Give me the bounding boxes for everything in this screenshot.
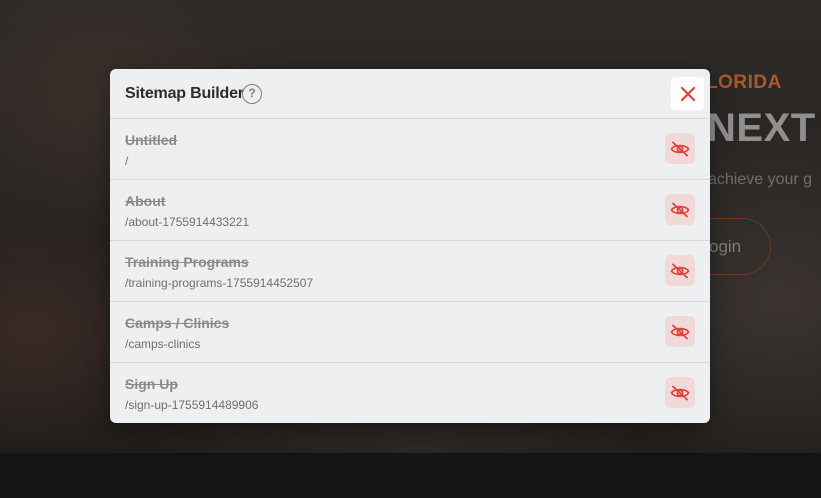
page-row[interactable]: About/about-1755914433221 <box>110 180 710 241</box>
close-button[interactable] <box>671 77 704 110</box>
eye-slash-icon <box>670 202 690 217</box>
question-circle-icon[interactable]: ? <box>242 84 262 104</box>
page-row[interactable]: Camps / Clinics/camps-clinics <box>110 302 710 363</box>
hero-subtext: achieve your g <box>708 171 813 188</box>
hero-eyebrow: LORIDA <box>706 72 782 93</box>
visibility-toggle-button[interactable] <box>665 255 695 286</box>
page-path: /sign-up-1755914489906 <box>125 398 259 412</box>
modal-title: Sitemap Builder <box>125 85 244 102</box>
page-path: / <box>125 154 129 168</box>
login-label: ogin <box>709 237 742 256</box>
eye-slash-icon <box>670 385 690 400</box>
visibility-toggle-button[interactable] <box>665 377 695 408</box>
visibility-toggle-button[interactable] <box>665 316 695 347</box>
eye-slash-icon <box>670 263 690 278</box>
page-title: Sign Up <box>125 376 178 392</box>
page-title: Training Programs <box>125 254 249 270</box>
page-list: Untitled / About/about-1755914433221 Traini… <box>110 119 710 423</box>
page-row[interactable]: Sign Up/sign-up-1755914489906 <box>110 363 710 423</box>
eye-slash-icon <box>670 141 690 156</box>
page-path: /about-1755914433221 <box>125 215 250 229</box>
visibility-toggle-button[interactable] <box>665 194 695 225</box>
background-footer <box>0 453 821 498</box>
page-title: Camps / Clinics <box>125 315 230 331</box>
eye-slash-icon <box>670 324 690 339</box>
page-path: /training-programs-1755914452507 <box>125 276 314 290</box>
close-icon <box>680 86 695 101</box>
visibility-toggle-button[interactable] <box>665 133 695 164</box>
modal-header: Sitemap Builder ? <box>110 69 710 119</box>
hero-heading: NEXT <box>707 106 816 150</box>
page-row[interactable]: Training Programs/training-programs-1755… <box>110 241 710 302</box>
page-path: /camps-clinics <box>125 337 201 351</box>
page-row[interactable]: Untitled / <box>110 119 710 180</box>
page-title: About <box>125 193 166 209</box>
page-title: Untitled <box>125 132 178 148</box>
sitemap-builder-modal: Sitemap Builder ? Untitled / About/about-1… <box>110 69 710 423</box>
